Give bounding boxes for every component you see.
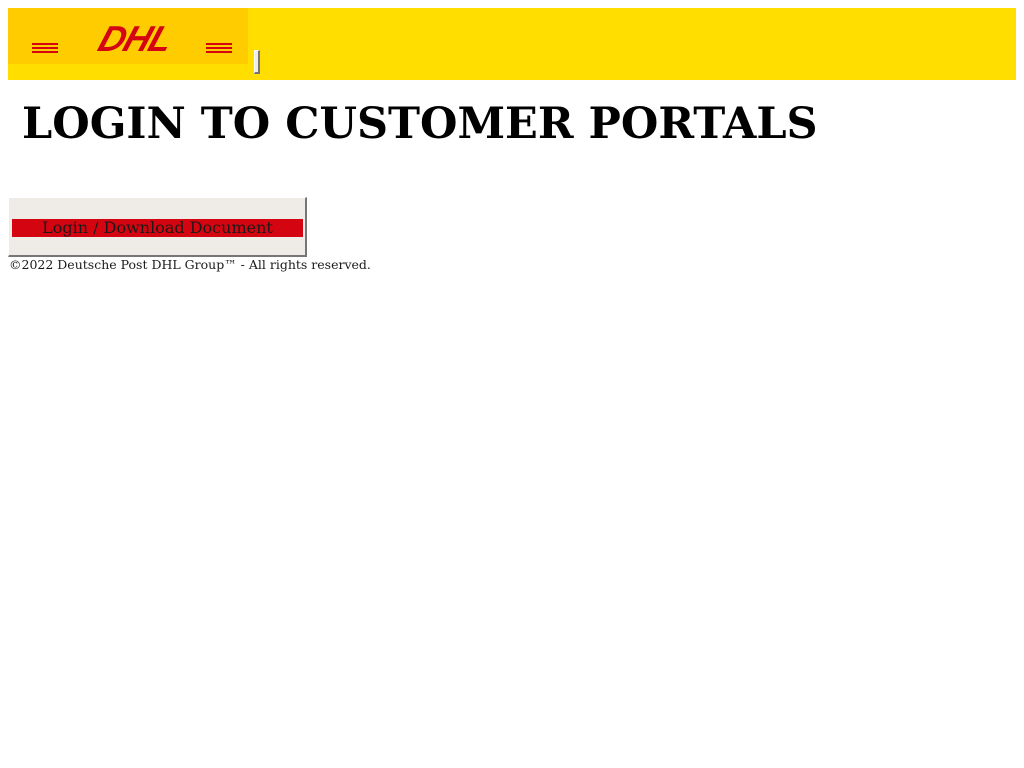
dhl-logo[interactable]: DHL — [8, 8, 248, 64]
dhl-logo-icon: DHL — [32, 22, 232, 54]
logo-wordmark: DHL — [94, 22, 178, 54]
login-download-button-label: Login / Download Document — [12, 219, 303, 237]
menu-toggle-button[interactable] — [254, 50, 260, 74]
page-title: LOGIN TO CUSTOMER PORTALS — [22, 99, 818, 149]
header-bar: DHL — [8, 8, 1016, 80]
footer-copyright: ©2022 Deutsche Post DHL Group™ - All rig… — [9, 257, 371, 272]
login-download-button[interactable]: Login / Download Document — [8, 197, 307, 257]
